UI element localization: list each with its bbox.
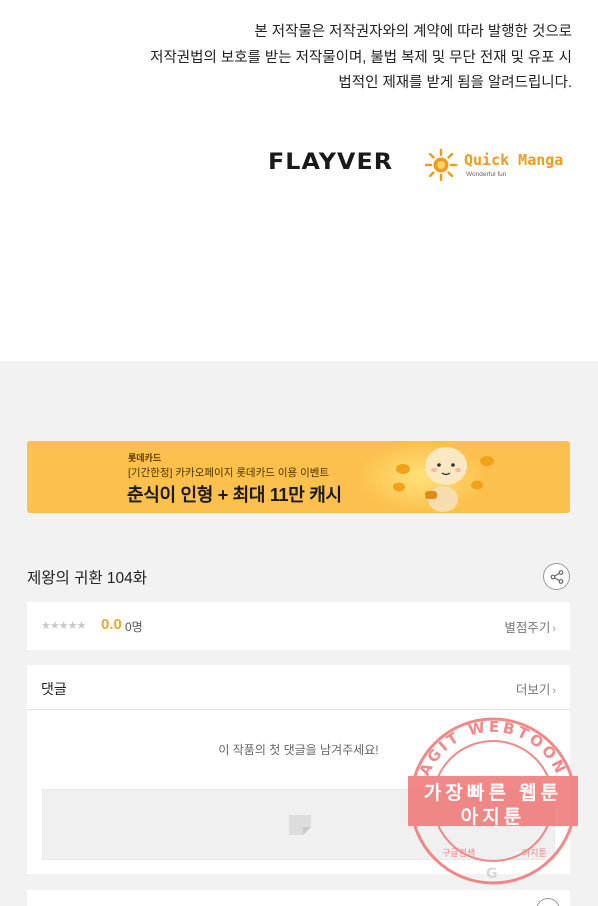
copyright-notice: 본 저작물은 저작권자와의 계약에 따라 발행한 것으로 저작권법의 보호를 받… xyxy=(150,20,572,97)
quick-manga-logo: Quick Manga Wonderful fun xyxy=(424,146,574,182)
notice-line-2: 저작권법의 보호를 받는 저작물이며, 불법 복제 및 무단 전재 및 유포 시 xyxy=(150,49,572,66)
rate-button[interactable]: 별점주기 › xyxy=(504,617,556,636)
notice-line-3: 법적인 제재를 받게 됨을 알려드립니다. xyxy=(338,75,572,91)
svg-text:AGIT WEBTOON: AGIT WEBTOON xyxy=(415,718,570,779)
comment-header: 댓글 더보기 › xyxy=(27,665,570,710)
banner-headline: 춘식이 인형 + 최대 11만 캐시 xyxy=(127,485,342,505)
quick-manga-wordmark: Quick Manga xyxy=(464,151,564,169)
copyright-section: 본 저작물은 저작권자와의 계약에 따라 발행한 것으로 저작권법의 보호를 받… xyxy=(0,0,598,361)
rating-card: ★★★★★ 0.0 0명 별점주기 › xyxy=(27,602,570,650)
watermark-bottom-right: 아지툰 xyxy=(522,848,547,859)
share-icon xyxy=(550,570,564,584)
google-g-icon: G xyxy=(486,866,498,882)
watermark-stamp: AGIT WEBTOON 구글검색 아지툰 G 가장빠른 웹툰 아지툰 xyxy=(406,716,580,886)
comment-title: 댓글 xyxy=(41,681,67,697)
chevron-right-icon: › xyxy=(552,623,556,635)
comments-more-label: 더보기 xyxy=(515,683,551,697)
character-plush-icon xyxy=(393,447,494,512)
episode-title: 제왕의 귀환 104화 xyxy=(27,570,148,587)
share-button[interactable] xyxy=(543,563,570,590)
banner-subtitle: [기간한정] 카카오페이지 롯데카드 이용 이벤트 xyxy=(128,467,330,479)
quick-manga-tagline: Wonderful fun xyxy=(466,171,507,178)
watermark-arc-text: AGIT WEBTOON xyxy=(415,718,567,779)
circle-button[interactable] xyxy=(536,898,560,906)
sun-icon xyxy=(424,148,458,182)
next-section-card xyxy=(27,890,570,906)
watermark-bottom-left: 구글검색 xyxy=(442,847,475,859)
flayver-logo: FLAYVER xyxy=(268,150,394,175)
rate-button-label: 별점주기 xyxy=(504,621,551,635)
notice-line-1: 본 저작물은 저작권자와의 계약에 따라 발행한 것으로 xyxy=(254,24,572,40)
watermark-line-2: 아지툰 xyxy=(460,807,526,828)
comments-more-button[interactable]: 더보기 › xyxy=(516,679,556,698)
image-placeholder-icon xyxy=(289,815,311,835)
rating-count: 0명 xyxy=(125,620,143,634)
rating-score: 0.0 xyxy=(101,616,122,633)
rating-stars: ★★★★★ xyxy=(41,620,86,632)
banner-brand: 롯데카드 xyxy=(128,453,162,463)
watermark-line-1: 가장빠른 웹툰 xyxy=(423,783,563,804)
promo-banner[interactable]: 롯데카드 [기간한정] 카카오페이지 롯데카드 이용 이벤트 춘식이 인형 + … xyxy=(27,441,570,513)
chevron-right-icon: › xyxy=(552,685,556,697)
